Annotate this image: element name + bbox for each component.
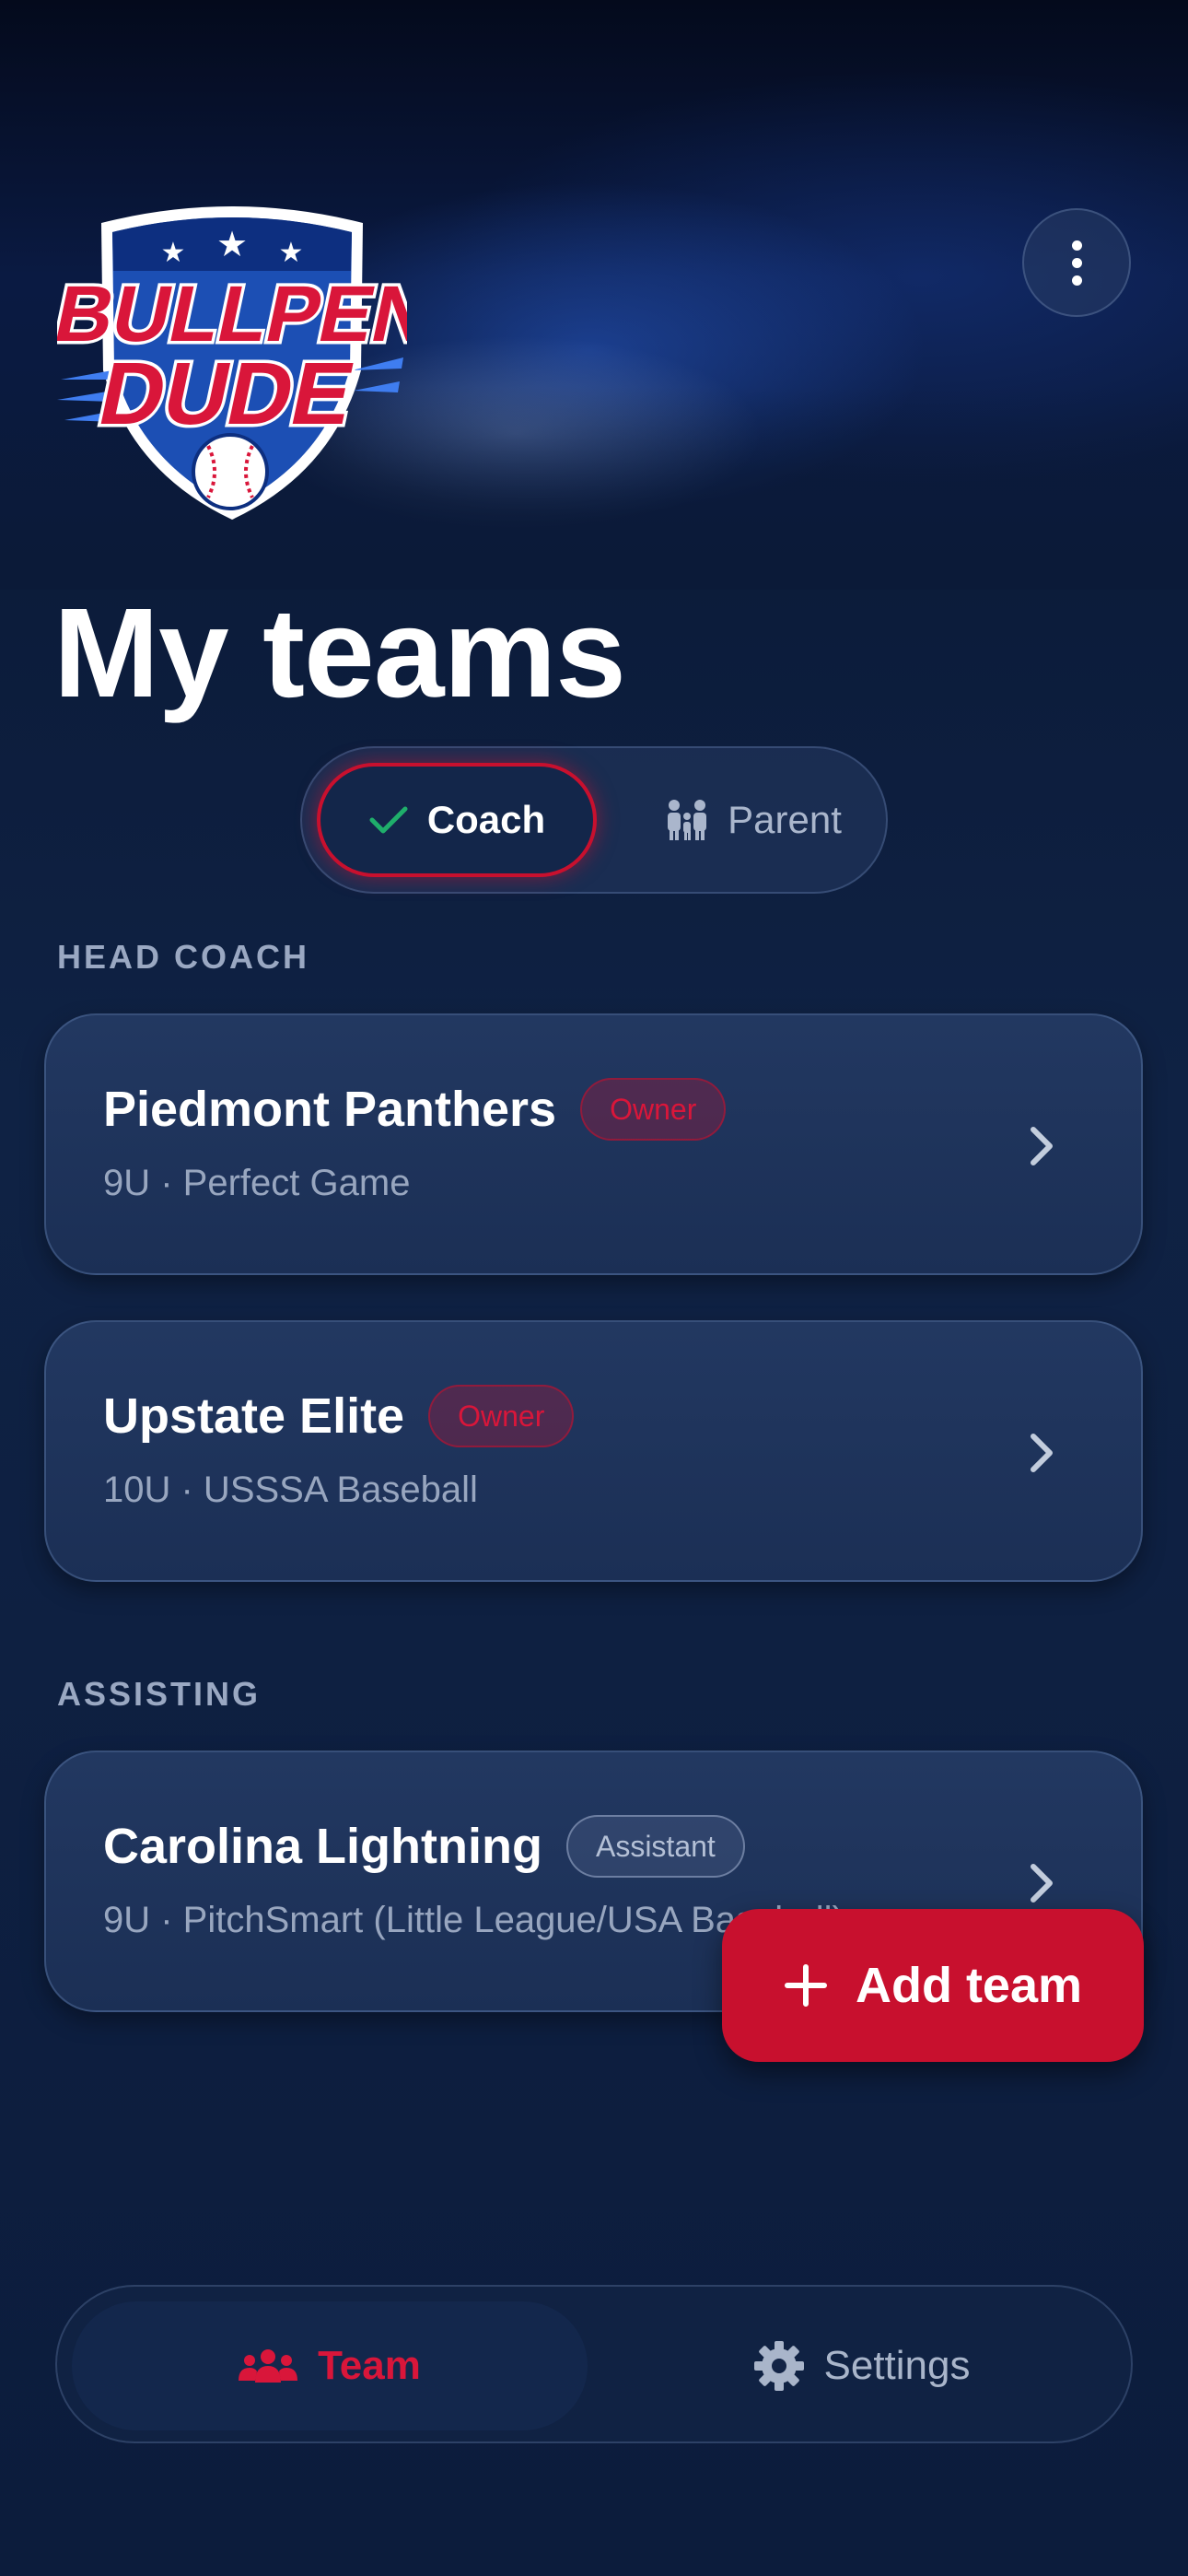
chevron-right-icon [1031, 1864, 1053, 1903]
section-label-head-coach: HEAD COACH [57, 938, 310, 976]
tab-team[interactable]: Team [72, 2301, 588, 2430]
section-label-assisting: ASSISTING [57, 1675, 262, 1713]
people-icon [239, 2349, 298, 2383]
check-icon [369, 806, 408, 834]
svg-text:★: ★ [279, 237, 304, 269]
team-meta: 9U · Perfect Game [103, 1163, 411, 1203]
role-badge: Owner [580, 1078, 727, 1141]
add-team-button[interactable]: Add team [722, 1909, 1144, 2062]
chevron-right-icon [1031, 1434, 1053, 1472]
chevron-right-icon [1031, 1127, 1053, 1165]
more-menu-button[interactable] [1022, 208, 1131, 317]
more-vertical-icon [1071, 240, 1082, 251]
family-icon [668, 800, 707, 840]
svg-text:★: ★ [161, 237, 186, 269]
role-badge: Owner [428, 1385, 575, 1447]
tab-label: Team [318, 2343, 421, 2388]
team-card[interactable]: Upstate Elite Owner 10U · USSSA Baseball [44, 1320, 1143, 1582]
role-option-label: Parent [728, 798, 842, 841]
add-team-label: Add team [855, 1958, 1083, 2013]
role-badge: Assistant [565, 1815, 745, 1878]
tab-label: Settings [823, 2343, 971, 2388]
team-card[interactable]: Piedmont Panthers Owner 9U · Perfect Gam… [44, 1013, 1143, 1275]
role-option-label: Coach [426, 798, 546, 841]
role-toggle: Coach Parent [300, 746, 888, 894]
team-name: Piedmont Panthers [103, 1082, 557, 1137]
bottom-tab-bar: Team Settings [55, 2285, 1133, 2443]
team-meta: 10U · USSSA Baseball [103, 1469, 478, 1510]
role-option-coach[interactable]: Coach [317, 763, 597, 877]
team-name: Carolina Lightning [103, 1819, 542, 1874]
gear-icon [753, 2341, 804, 2391]
svg-text:★: ★ [216, 224, 248, 264]
team-name: Upstate Elite [103, 1388, 405, 1444]
plus-icon [784, 1964, 827, 2007]
role-option-parent[interactable]: Parent [634, 763, 873, 877]
tab-settings[interactable]: Settings [604, 2301, 1120, 2430]
bullpen-dude-logo: ★ ★ ★ BULLPEN DUDE [57, 206, 407, 520]
page-title: My teams [53, 582, 626, 724]
svg-text:DUDE: DUDE [91, 344, 363, 443]
screen: ★ ★ ★ BULLPEN DUDE My teams Coach Parent… [0, 0, 1188, 2576]
